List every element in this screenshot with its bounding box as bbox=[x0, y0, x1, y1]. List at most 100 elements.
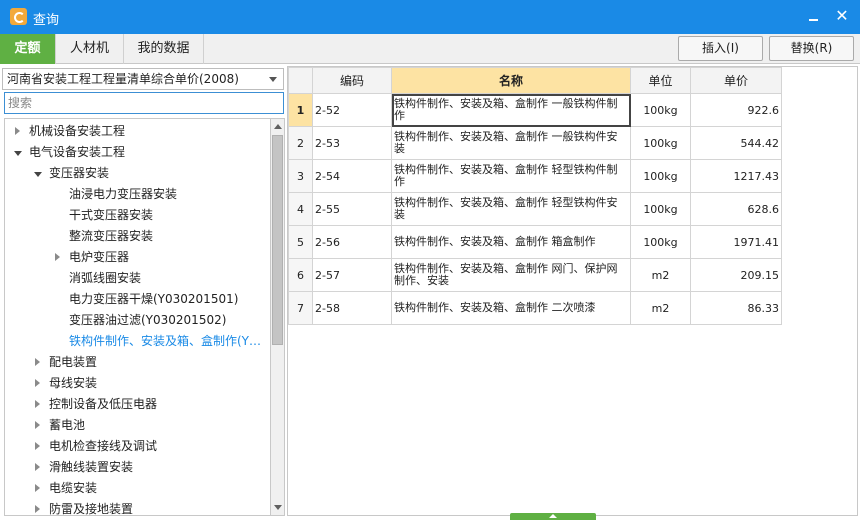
tab-my-data[interactable]: 我的数据 bbox=[124, 34, 204, 64]
unit-cell[interactable]: 100kg bbox=[630, 225, 691, 259]
unit-cell[interactable]: 100kg bbox=[630, 159, 691, 193]
replace-button[interactable]: 替换(R) bbox=[769, 36, 854, 61]
tab-quota[interactable]: 定额 bbox=[0, 34, 56, 64]
code-cell[interactable]: 2-58 bbox=[312, 291, 392, 325]
tree-item-label: 变压器油过滤(Y030201502) bbox=[69, 313, 227, 327]
name-cell[interactable]: 铁构件制作、安装及箱、盒制作 二次喷漆 bbox=[391, 291, 631, 325]
table-row[interactable]: 6 2-57 铁构件制作、安装及箱、盒制作 网门、保护网制作、安装 m2 209.15 bbox=[288, 258, 782, 292]
left-panel: 河南省安装工程工程量清单综合单价(2008) 机械设备安装工程电气设备安装工程变… bbox=[0, 66, 286, 520]
name-cell[interactable]: 铁构件制作、安装及箱、盒制作 轻型铁构件安装 bbox=[391, 192, 631, 226]
panel-expand-handle[interactable] bbox=[510, 513, 596, 520]
window-title: 查询 bbox=[33, 13, 60, 28]
scrollbar-thumb[interactable] bbox=[272, 135, 283, 345]
name-cell[interactable]: 铁构件制作、安装及箱、盒制作 网门、保护网制作、安装 bbox=[391, 258, 631, 292]
header-price[interactable]: 单价 bbox=[690, 67, 782, 94]
row-index-cell[interactable]: 5 bbox=[288, 225, 313, 259]
header-name[interactable]: 名称 bbox=[391, 67, 631, 94]
table-row[interactable]: 4 2-55 铁构件制作、安装及箱、盒制作 轻型铁构件安装 100kg 628.6 bbox=[288, 192, 782, 226]
price-cell[interactable]: 628.6 bbox=[690, 192, 782, 226]
insert-button[interactable]: 插入(I) bbox=[678, 36, 763, 61]
tree-item-label: 电炉变压器 bbox=[69, 250, 130, 264]
price-cell[interactable]: 86.33 bbox=[690, 291, 782, 325]
price-cell[interactable]: 209.15 bbox=[690, 258, 782, 292]
category-tree: 机械设备安装工程 电气设备安装工程 变压器安装 油浸电力变压器安装 干式变压器安装 整流变… bbox=[4, 118, 270, 516]
app-logo-icon bbox=[10, 8, 27, 25]
tree-collapsed-arrow-icon[interactable] bbox=[33, 457, 43, 478]
header-code[interactable]: 编码 bbox=[312, 67, 392, 94]
title-bar: 查询 ✕ bbox=[0, 0, 860, 34]
quota-grid: 编码 名称 单位 单价 1 2-52 铁构件制作、安装及箱、盒制作 一般铁构件制作 1… bbox=[287, 66, 858, 516]
name-cell[interactable]: 铁构件制作、安装及箱、盒制作 箱盒制作 bbox=[391, 225, 631, 259]
grid-header-row: 编码 名称 单位 单价 bbox=[288, 67, 782, 94]
name-cell[interactable]: 铁构件制作、安装及箱、盒制作 轻型铁构件制作 bbox=[391, 159, 631, 193]
name-cell-text: 铁构件制作、安装及箱、盒制作 箱盒制作 bbox=[394, 235, 596, 248]
code-cell[interactable]: 2-53 bbox=[312, 126, 392, 160]
table-row[interactable]: 7 2-58 铁构件制作、安装及箱、盒制作 二次喷漆 m2 86.33 bbox=[288, 291, 782, 325]
price-cell[interactable]: 1217.43 bbox=[690, 159, 782, 193]
name-cell-text: 铁构件制作、安装及箱、盒制作 一般铁构件安装 bbox=[394, 130, 618, 155]
tree-collapsed-arrow-icon[interactable] bbox=[33, 478, 43, 499]
unit-cell[interactable]: 100kg bbox=[630, 192, 691, 226]
tree-collapsed-arrow-icon[interactable] bbox=[53, 247, 63, 268]
name-cell-text: 铁构件制作、安装及箱、盒制作 轻型铁构件制作 bbox=[394, 163, 618, 188]
row-index-cell[interactable]: 3 bbox=[288, 159, 313, 193]
price-cell[interactable]: 544.42 bbox=[690, 126, 782, 160]
table-row[interactable]: 2 2-53 铁构件制作、安装及箱、盒制作 一般铁构件安装 100kg 544.42 bbox=[288, 126, 782, 160]
row-index-cell[interactable]: 1 bbox=[288, 93, 313, 127]
code-cell[interactable]: 2-56 bbox=[312, 225, 392, 259]
table-row[interactable]: 1 2-52 铁构件制作、安装及箱、盒制作 一般铁构件制作 100kg 922.6 bbox=[288, 93, 782, 127]
tree-item-label: 油浸电力变压器安装 bbox=[69, 187, 178, 201]
tab-bar: 定额 人材机 我的数据 插入(I) 替换(R) bbox=[0, 34, 860, 64]
table-row[interactable]: 3 2-54 铁构件制作、安装及箱、盒制作 轻型铁构件制作 100kg 1217.43 bbox=[288, 159, 782, 193]
tree-expanded-arrow-icon[interactable] bbox=[13, 142, 23, 163]
row-index-cell[interactable]: 4 bbox=[288, 192, 313, 226]
name-cell[interactable]: 铁构件制作、安装及箱、盒制作 一般铁构件制作 bbox=[391, 93, 631, 127]
header-index bbox=[288, 67, 313, 94]
tree-collapsed-arrow-icon[interactable] bbox=[33, 415, 43, 436]
code-cell[interactable]: 2-55 bbox=[312, 192, 392, 226]
code-cell[interactable]: 2-54 bbox=[312, 159, 392, 193]
unit-cell[interactable]: m2 bbox=[630, 291, 691, 325]
tree-expanded-arrow-icon[interactable] bbox=[33, 163, 43, 184]
price-cell[interactable]: 922.6 bbox=[690, 93, 782, 127]
table-row[interactable]: 5 2-56 铁构件制作、安装及箱、盒制作 箱盒制作 100kg 1971.41 bbox=[288, 225, 782, 259]
tree-collapsed-arrow-icon[interactable] bbox=[33, 373, 43, 394]
library-select-value: 河南省安装工程工程量清单综合单价(2008) bbox=[7, 72, 239, 86]
library-select[interactable]: 河南省安装工程工程量清单综合单价(2008) bbox=[2, 68, 284, 90]
tab-labor-material-machine[interactable]: 人材机 bbox=[56, 34, 124, 64]
tree-collapsed-arrow-icon[interactable] bbox=[33, 352, 43, 373]
row-index-cell[interactable]: 7 bbox=[288, 291, 313, 325]
tree-collapsed-arrow-icon[interactable] bbox=[33, 499, 43, 515]
chevron-down-icon[interactable] bbox=[269, 77, 277, 82]
name-cell-text: 铁构件制作、安装及箱、盒制作 二次喷漆 bbox=[394, 301, 596, 314]
tree-item-label: 电机检查接线及调试 bbox=[49, 439, 158, 453]
scroll-up-arrow-icon[interactable] bbox=[271, 119, 284, 133]
name-cell-text: 铁构件制作、安装及箱、盒制作 一般铁构件制作 bbox=[394, 97, 618, 122]
code-cell[interactable]: 2-57 bbox=[312, 258, 392, 292]
name-cell[interactable]: 铁构件制作、安装及箱、盒制作 一般铁构件安装 bbox=[391, 126, 631, 160]
tree-item-label: 控制设备及低压电器 bbox=[49, 397, 158, 411]
tree-item-label: 配电装置 bbox=[49, 355, 98, 369]
unit-cell[interactable]: m2 bbox=[630, 258, 691, 292]
tree-item-label: 电缆安装 bbox=[49, 481, 98, 495]
unit-cell[interactable]: 100kg bbox=[630, 126, 691, 160]
name-cell-text: 铁构件制作、安装及箱、盒制作 网门、保护网制作、安装 bbox=[394, 262, 618, 287]
tree-collapsed-arrow-icon[interactable] bbox=[33, 436, 43, 457]
tree-collapsed-arrow-icon[interactable] bbox=[13, 121, 23, 142]
tree-collapsed-arrow-icon[interactable] bbox=[33, 394, 43, 415]
minimize-button[interactable] bbox=[805, 7, 823, 25]
tree-item-label: 铁构件制作、安装及箱、盒制作(Y… bbox=[69, 334, 262, 348]
close-button[interactable]: ✕ bbox=[833, 7, 851, 25]
unit-cell[interactable]: 100kg bbox=[630, 93, 691, 127]
tree-item-label: 电气设备安装工程 bbox=[29, 145, 126, 159]
tree-item-label: 变压器安装 bbox=[49, 166, 110, 180]
search-input[interactable] bbox=[4, 92, 284, 114]
row-index-cell[interactable]: 6 bbox=[288, 258, 313, 292]
row-index-cell[interactable]: 2 bbox=[288, 126, 313, 160]
code-cell[interactable]: 2-52 bbox=[312, 93, 392, 127]
tree-item-label: 滑触线装置安装 bbox=[49, 460, 134, 474]
price-cell[interactable]: 1971.41 bbox=[690, 225, 782, 259]
scroll-down-arrow-icon[interactable] bbox=[271, 501, 284, 515]
header-unit[interactable]: 单位 bbox=[630, 67, 691, 94]
tree-scrollbar[interactable] bbox=[270, 118, 285, 516]
